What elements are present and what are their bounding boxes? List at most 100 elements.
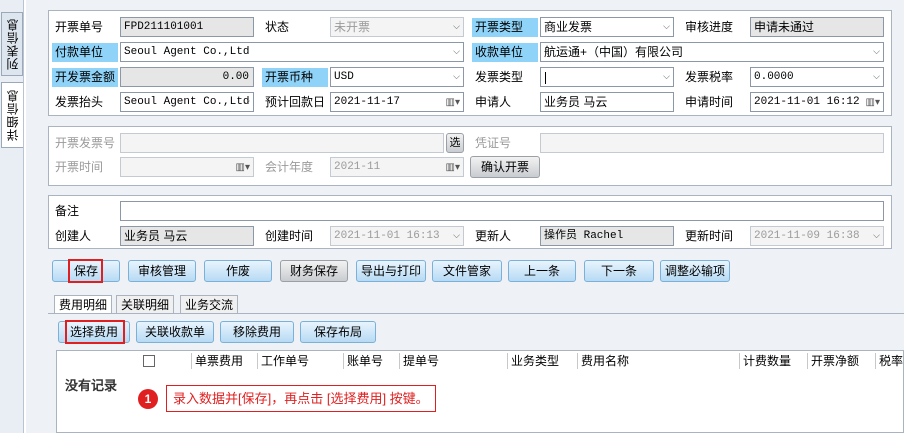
column-separator [739, 353, 740, 369]
export-print-button[interactable]: 导出与打印 [356, 260, 426, 282]
column-header[interactable]: 工作单号 [259, 351, 309, 371]
amount-field[interactable]: 0.00 [120, 67, 254, 87]
select-invoice-no-button[interactable]: 选 [446, 133, 464, 153]
column-header[interactable]: 提单号 [401, 351, 439, 371]
amount-label: 开发票金额 [52, 68, 118, 87]
chevron-down-icon: ⌵ [663, 72, 670, 82]
fapiao-type-select[interactable]: ⌵ [540, 67, 674, 87]
remark-field[interactable] [120, 201, 884, 221]
remove-fee-button[interactable]: 移除费用 [220, 321, 294, 343]
chevron-down-icon: ⌵ [243, 97, 250, 107]
issue-time-label: 开票时间 [55, 160, 104, 174]
create-time-picker[interactable]: 2021-11-01 16:13 ⌵ [330, 226, 464, 246]
apply-time-picker[interactable]: 2021-11-01 16:12 ▥▾ [750, 92, 884, 112]
creator-field[interactable]: 业务员 马云 [120, 226, 254, 246]
apply-time-value: 2021-11-01 16:12 [754, 96, 860, 108]
calendar-icon[interactable]: ▥▾ [446, 94, 460, 111]
currency-label: 开票币种 [262, 68, 328, 87]
void-button[interactable]: 作废 [204, 260, 272, 282]
chevron-down-icon: ⌵ [873, 72, 880, 82]
side-tab-list-label: 列表信息 [5, 18, 20, 70]
creator-label: 创建人 [55, 229, 92, 243]
tab-underline [48, 313, 904, 314]
tab-related-details[interactable]: 关联明细 [116, 295, 175, 314]
chevron-down-icon: ⌵ [873, 231, 880, 241]
callout-instruction: 录入数据并[保存]，再点击 [选择费用] 按键。 [166, 385, 436, 412]
text-cursor [545, 71, 546, 84]
update-time-label: 更新时间 [685, 229, 734, 243]
fiscal-year-picker[interactable]: 2021-11 ▥▾ [330, 157, 464, 177]
applicant-field[interactable]: 业务员 马云 [540, 92, 674, 112]
adjust-required-button[interactable]: 调整必输项 [660, 260, 730, 282]
updater-value: 操作员 Rachel [544, 230, 624, 242]
audit-management-button[interactable]: 审核管理 [128, 260, 196, 282]
next-record-button[interactable]: 下一条 [584, 260, 654, 282]
expected-date-picker[interactable]: 2021-11-17 ▥▾ [330, 92, 464, 112]
updater-label: 更新人 [475, 229, 512, 243]
column-header[interactable]: 业务类型 [509, 351, 559, 371]
calendar-icon[interactable]: ▥▾ [866, 94, 880, 111]
updater-field[interactable]: 操作员 Rachel [540, 226, 674, 246]
invoice-header-select[interactable]: Seoul Agent Co.,Ltd ⌵ [120, 92, 254, 112]
file-manager-button[interactable]: 文件管家 [432, 260, 502, 282]
save-highlight-box [68, 259, 103, 283]
invoice-header-label: 发票抬头 [55, 95, 104, 109]
remark-label: 备注 [55, 204, 80, 218]
column-header[interactable]: 费用名称 [579, 351, 629, 371]
side-tab-detail[interactable]: 详细信息 [1, 82, 23, 148]
column-header[interactable]: 账单号 [345, 351, 383, 371]
issue-time-picker[interactable]: ▥▾ [120, 157, 254, 177]
payee-label: 收款单位 [472, 43, 538, 62]
column-header[interactable]: 税率 [877, 351, 903, 371]
column-separator [875, 353, 876, 369]
calendar-icon[interactable]: ▥▾ [446, 159, 460, 176]
prev-record-button[interactable]: 上一条 [508, 260, 576, 282]
status-select[interactable]: 未开票 ⌵ [330, 17, 464, 37]
save-layout-button[interactable]: 保存布局 [300, 321, 376, 343]
invoice-no-label: 开票单号 [55, 20, 104, 34]
status-value: 未开票 [334, 20, 371, 34]
chevron-down-icon: ⌵ [873, 47, 880, 57]
fiscal-year-label: 会计年度 [265, 160, 314, 174]
applicant-label: 申请人 [475, 95, 512, 109]
tab-business-comm[interactable]: 业务交流 [180, 295, 239, 314]
update-time-picker[interactable]: 2021-11-09 16:38 ⌵ [750, 226, 884, 246]
select-fee-highlight-box [65, 320, 125, 344]
chevron-down-icon: ⌵ [453, 22, 460, 32]
invoice-header-value: Seoul Agent Co.,Ltd [124, 96, 250, 108]
finance-save-button[interactable]: 财务保存 [280, 260, 348, 282]
audit-progress-field[interactable]: 申请未通过 [750, 17, 884, 37]
column-header[interactable]: 单票费用 [193, 351, 243, 371]
invoice-type-select[interactable]: 商业发票 ⌵ [540, 17, 674, 37]
currency-select[interactable]: USD ⌵ [330, 67, 464, 87]
column-header[interactable]: 计费数量 [741, 351, 791, 371]
voucher-no-label: 凭证号 [475, 136, 512, 150]
calendar-icon[interactable]: ▥▾ [236, 159, 250, 176]
payee-select[interactable]: 航运通+（中国）有限公司 ⌵ [540, 42, 884, 62]
payee-value: 航运通+（中国）有限公司 [544, 45, 684, 59]
empty-grid-text: 没有记录 [65, 378, 118, 393]
tax-rate-value: 0.0000 [754, 71, 794, 83]
column-header[interactable]: 开票净额 [809, 351, 859, 371]
issued-no-label: 开票发票号 [55, 136, 116, 150]
audit-progress-label: 审核进度 [685, 20, 734, 34]
fiscal-year-value: 2021-11 [334, 161, 381, 173]
tax-rate-select[interactable]: 0.0000 ⌵ [750, 67, 884, 87]
column-separator [399, 353, 400, 369]
column-separator [577, 353, 578, 369]
column-separator [191, 353, 192, 369]
confirm-issue-button[interactable]: 确认开票 [470, 156, 540, 178]
payer-select[interactable]: Seoul Agent Co.,Ltd ⌵ [120, 42, 464, 62]
invoice-type-label: 开票类型 [472, 18, 538, 37]
tab-fee-details[interactable]: 费用明细 [54, 295, 113, 314]
chevron-down-icon: ⌵ [453, 231, 460, 241]
column-separator [507, 353, 508, 369]
issued-no-field[interactable] [120, 133, 444, 153]
link-receipt-button[interactable]: 关联收款单 [136, 321, 214, 343]
chevron-down-icon: ⌵ [453, 47, 460, 57]
apply-time-label: 申请时间 [685, 95, 734, 109]
invoice-no-field[interactable]: FPD211101001 [120, 17, 254, 37]
voucher-no-field[interactable] [540, 133, 884, 153]
side-tab-list[interactable]: 列表信息 [1, 12, 23, 76]
select-all-checkbox[interactable] [143, 355, 155, 367]
